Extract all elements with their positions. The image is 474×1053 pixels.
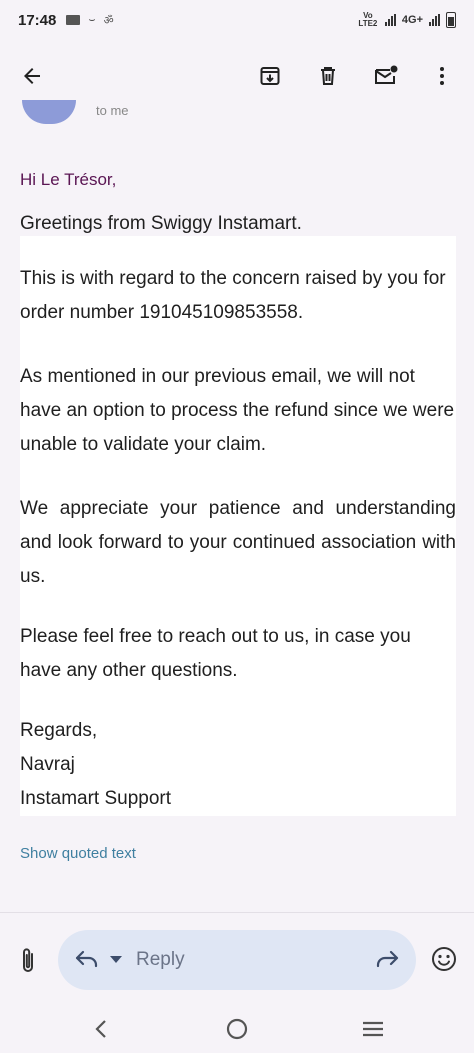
reply-label: Reply bbox=[136, 949, 185, 970]
network-type: 4G+ bbox=[401, 14, 423, 26]
system-home-button[interactable] bbox=[222, 1015, 252, 1043]
signoff-name: Navraj bbox=[20, 754, 75, 775]
system-recents-button[interactable] bbox=[358, 1015, 388, 1043]
home-circle-icon bbox=[226, 1018, 248, 1040]
more-options-button[interactable] bbox=[424, 58, 460, 94]
notification-icons: ⌣ ॐ bbox=[66, 13, 114, 28]
paperclip-icon bbox=[23, 948, 33, 972]
emoji-reaction-button[interactable] bbox=[428, 943, 460, 975]
status-right: Vo LTE2 4G+ bbox=[357, 12, 456, 28]
menu-lines-icon bbox=[363, 1021, 383, 1037]
show-quoted-text-link[interactable]: Show quoted text bbox=[20, 845, 136, 862]
more-vertical-icon bbox=[440, 67, 444, 85]
status-bar: 17:48 ⌣ ॐ Vo LTE2 4G+ bbox=[0, 0, 474, 40]
email-greeting: Hi Le Trésor, bbox=[20, 170, 117, 189]
archive-button[interactable] bbox=[252, 58, 288, 94]
mark-unread-icon bbox=[375, 65, 398, 84]
volte-label: Vo LTE2 bbox=[358, 11, 378, 28]
back-button[interactable] bbox=[14, 58, 50, 94]
recipient-peek: to me bbox=[96, 103, 129, 118]
system-back-button[interactable] bbox=[86, 1015, 116, 1043]
trash-icon bbox=[321, 67, 335, 85]
signoff-regards: Regards, bbox=[20, 720, 98, 741]
attach-button[interactable] bbox=[12, 945, 44, 977]
reply-button[interactable]: Reply bbox=[58, 930, 416, 990]
email-paragraph-5: Please feel free to reach out to us, in … bbox=[20, 626, 411, 681]
reply-options-chevron-down-icon[interactable] bbox=[110, 956, 122, 963]
notification-smile-icon: ⌣ bbox=[88, 13, 96, 26]
system-navigation-bar bbox=[0, 1005, 474, 1053]
email-paragraph-3: As mentioned in our previous email, we w… bbox=[20, 366, 455, 455]
archive-icon bbox=[260, 67, 280, 85]
arrow-left-icon bbox=[24, 68, 40, 84]
email-paragraph-2: This is with regard to the concern raise… bbox=[20, 268, 446, 323]
signal-icon bbox=[384, 14, 396, 26]
forward-icon[interactable] bbox=[374, 948, 400, 970]
signal-2-icon bbox=[429, 14, 440, 26]
reply-icon bbox=[75, 950, 98, 968]
chevron-left-icon bbox=[95, 1020, 106, 1038]
notification-lang-icon: ॐ bbox=[103, 14, 114, 27]
delete-button[interactable] bbox=[310, 58, 346, 94]
status-time: 17:48 bbox=[18, 11, 57, 29]
mark-unread-button[interactable] bbox=[368, 58, 404, 94]
email-paragraph-4: We appreciate your patience and understa… bbox=[20, 498, 456, 587]
notification-app-icon bbox=[66, 15, 81, 25]
reply-composer-bar: Reply bbox=[0, 913, 474, 1005]
signoff-team: Instamart Support bbox=[20, 788, 172, 809]
emoji-icon bbox=[432, 947, 456, 971]
battery-icon bbox=[446, 12, 456, 28]
